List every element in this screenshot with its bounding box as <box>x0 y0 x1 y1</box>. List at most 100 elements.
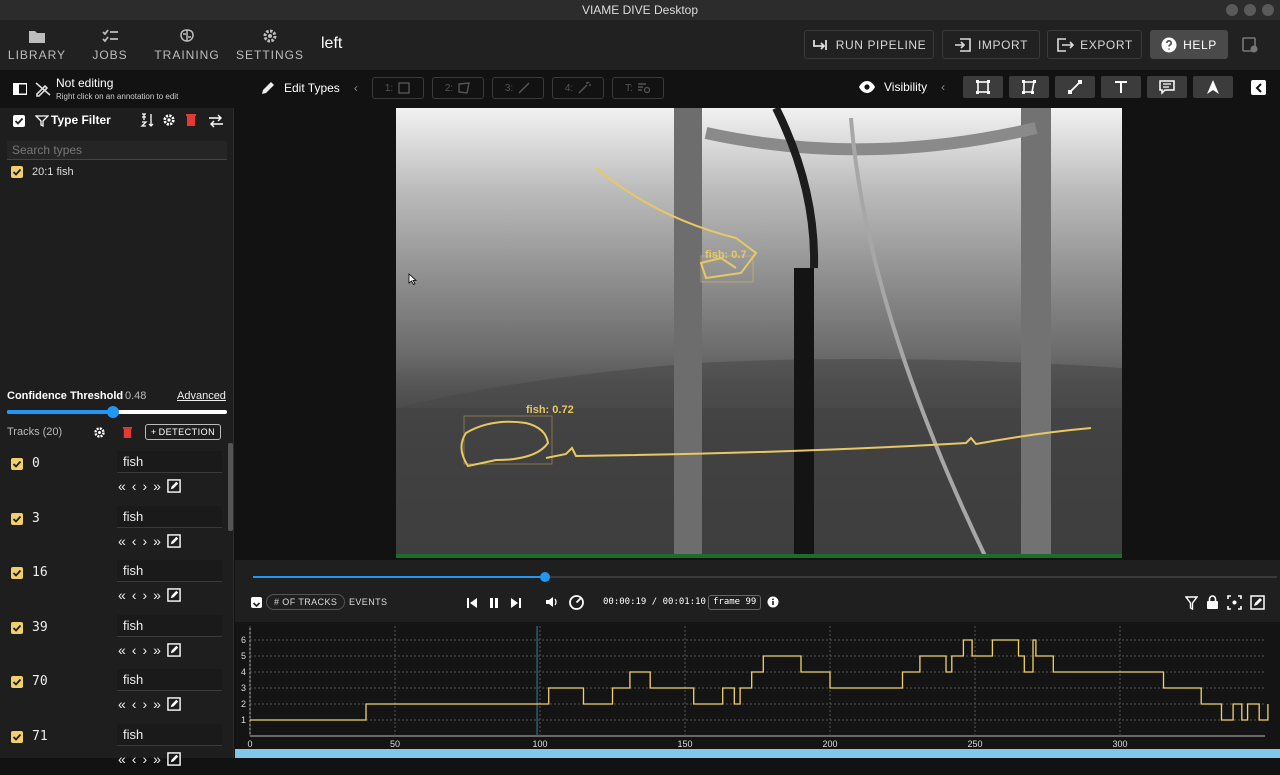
track-last-frame-button[interactable]: » <box>153 587 161 603</box>
seek-bar[interactable] <box>253 572 1277 582</box>
track-checkbox[interactable] <box>11 567 23 580</box>
visibility-toggle[interactable]: Visibility ‹ <box>858 80 945 94</box>
info-icon[interactable] <box>767 596 779 608</box>
delete-types-trash-icon[interactable] <box>185 113 197 127</box>
track-first-frame-button[interactable]: « <box>118 533 126 549</box>
save-settings-icon[interactable] <box>1241 36 1259 54</box>
track-prev-frame-button[interactable]: ‹ <box>132 751 137 767</box>
track-first-frame-button[interactable]: « <box>118 751 126 767</box>
track-edit-icon[interactable] <box>167 588 181 602</box>
track-checkbox[interactable] <box>11 621 23 634</box>
track-next-frame-button[interactable]: › <box>142 533 147 549</box>
track-checkbox[interactable] <box>11 676 23 689</box>
speed-gauge-icon[interactable] <box>568 594 585 610</box>
skip-previous-icon[interactable] <box>465 596 479 610</box>
track-last-frame-button[interactable]: » <box>153 751 161 767</box>
track-checkbox[interactable] <box>11 458 23 470</box>
annotation-viewer[interactable]: fish: 0.7 fish: 0.72 <box>235 108 1280 560</box>
edit-type-polygon[interactable]: 2: <box>432 77 484 99</box>
track-prev-frame-button[interactable]: ‹ <box>132 587 137 603</box>
track-prev-frame-button[interactable]: ‹ <box>132 478 137 494</box>
export-button[interactable]: EXPORT <box>1047 30 1142 59</box>
track-prev-frame-button[interactable]: ‹ <box>132 642 137 658</box>
track-prev-frame-button[interactable]: ‹ <box>132 533 137 549</box>
track-edit-icon[interactable] <box>167 697 181 712</box>
track-next-frame-button[interactable]: › <box>142 642 147 658</box>
volume-icon[interactable] <box>545 595 559 609</box>
track-type-input[interactable]: fish <box>117 614 222 637</box>
nav-tab-training[interactable]: TRAINING <box>152 20 222 70</box>
edit-types-toggle[interactable]: Edit Types ‹ <box>260 80 358 96</box>
run-pipeline-button[interactable]: RUN PIPELINE <box>804 30 934 59</box>
type-search-input[interactable]: Search types <box>7 141 227 160</box>
close-window-button[interactable] <box>1262 4 1274 16</box>
visibility-text-button[interactable] <box>1101 76 1141 98</box>
timeline-scroll-bar[interactable] <box>235 749 1280 758</box>
add-detection-button[interactable]: + DETECTION <box>145 424 221 440</box>
minimize-window-button[interactable] <box>1226 4 1238 16</box>
track-edit-icon[interactable] <box>167 533 181 548</box>
track-row[interactable]: 71 fish « ‹ › » <box>0 721 234 775</box>
track-row[interactable]: 39 fish « ‹ › » <box>0 612 234 666</box>
track-row[interactable]: 16 fish « ‹ › » <box>0 557 234 611</box>
pause-icon[interactable] <box>487 596 501 610</box>
swap-icon[interactable] <box>208 114 224 128</box>
track-next-frame-button[interactable]: › <box>142 478 147 494</box>
edit-square-icon[interactable] <box>1250 595 1265 610</box>
sort-icon[interactable] <box>140 112 156 128</box>
track-type-input[interactable]: fish <box>117 560 222 583</box>
import-button[interactable]: IMPORT <box>942 30 1040 59</box>
collapse-panel-button[interactable] <box>1251 80 1266 95</box>
visibility-rectangles-button[interactable] <box>963 76 1003 98</box>
visibility-polygons-button[interactable] <box>1009 76 1049 98</box>
tab-number-of-tracks[interactable]: # OF TRACKS <box>266 594 346 610</box>
track-first-frame-button[interactable]: « <box>118 696 126 712</box>
track-type-input[interactable]: fish <box>117 724 222 746</box>
edit-type-point[interactable]: 4: <box>552 77 604 99</box>
track-checkbox[interactable] <box>11 731 23 743</box>
track-first-frame-button[interactable]: « <box>118 478 126 494</box>
track-row[interactable]: 3 fish « ‹ › » <box>0 503 234 557</box>
maximize-window-button[interactable] <box>1244 4 1256 16</box>
advanced-link[interactable]: Advanced <box>177 390 226 402</box>
seek-bar-thumb[interactable] <box>539 572 550 582</box>
track-first-frame-button[interactable]: « <box>118 642 126 658</box>
sidebar-toggle-icon[interactable] <box>12 82 28 96</box>
video-frame[interactable]: fish: 0.7 fish: 0.72 <box>396 108 1122 558</box>
delete-tracks-trash-icon[interactable] <box>122 426 133 439</box>
skip-next-icon[interactable] <box>509 596 523 610</box>
nav-tab-jobs[interactable]: JOBS <box>80 20 140 70</box>
edit-type-line[interactable]: 3: <box>492 77 544 99</box>
track-settings-gear-icon[interactable] <box>93 426 106 439</box>
confidence-slider-track[interactable] <box>7 406 227 418</box>
type-settings-gear-icon[interactable] <box>162 113 176 127</box>
help-button[interactable]: HELP <box>1150 30 1228 59</box>
track-checkbox[interactable] <box>11 512 23 525</box>
edit-type-text[interactable]: T: <box>612 77 664 99</box>
filter-icon[interactable] <box>1185 596 1198 610</box>
track-type-input[interactable]: fish <box>117 505 222 528</box>
track-next-frame-button[interactable]: › <box>142 696 147 712</box>
nav-tab-settings[interactable]: SETTINGS <box>235 20 305 70</box>
track-type-input[interactable]: fish <box>117 451 222 473</box>
visibility-lines-button[interactable] <box>1055 76 1095 98</box>
track-next-frame-button[interactable]: › <box>142 751 147 767</box>
visibility-tooltip-button[interactable] <box>1147 76 1187 98</box>
visibility-heading-button[interactable] <box>1193 76 1233 98</box>
track-prev-frame-button[interactable]: ‹ <box>132 696 137 712</box>
track-row[interactable]: 70 fish « ‹ › » <box>0 666 234 720</box>
confidence-slider-thumb[interactable] <box>106 406 119 418</box>
track-last-frame-button[interactable]: » <box>153 642 161 658</box>
center-focus-icon[interactable] <box>1227 595 1242 610</box>
edit-type-rectangle[interactable]: 1: <box>372 77 424 99</box>
tab-events[interactable]: EVENTS <box>341 594 395 610</box>
track-edit-icon[interactable] <box>167 479 181 493</box>
track-last-frame-button[interactable]: » <box>153 533 161 549</box>
track-type-input[interactable]: fish <box>117 669 222 692</box>
track-row[interactable]: 0 fish « ‹ › » <box>0 448 234 502</box>
nav-tab-library[interactable]: LIBRARY <box>0 20 74 70</box>
track-edit-icon[interactable] <box>167 752 181 766</box>
timeline-expand-toggle[interactable] <box>251 597 262 608</box>
type-checkbox-fish[interactable] <box>11 166 23 178</box>
track-first-frame-button[interactable]: « <box>118 587 126 603</box>
